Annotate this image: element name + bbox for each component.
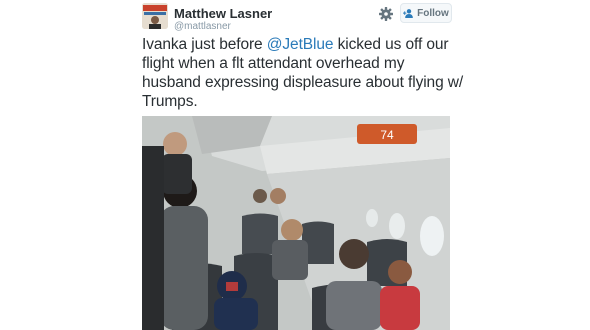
tweet-line-2: flight when a flt attendant overhead my: [142, 55, 405, 72]
tweet-line-1: Ivanka just before @JetBlue kicked us of…: [142, 35, 456, 54]
tweet-photo[interactable]: 74: [142, 116, 450, 330]
add-user-icon: [403, 8, 414, 18]
follow-button[interactable]: Follow: [400, 3, 452, 23]
tweet-line-3: husband expressing displeasure about fly…: [142, 74, 464, 91]
author-avatar[interactable]: [142, 3, 168, 29]
gear-icon[interactable]: [378, 6, 394, 22]
author-name[interactable]: Matthew Lasner: [174, 6, 272, 21]
overhead-bin-number: 74: [380, 128, 394, 142]
tweet-text-segment: Ivanka just before: [142, 36, 267, 53]
tweet-line-4: Trumps.: [142, 93, 198, 110]
tweet-card: Matthew Lasner @mattlasner Follow Ivanka…: [140, 0, 464, 330]
tweet-text-segment: kicked us off our: [333, 36, 449, 53]
follow-label: Follow: [417, 7, 449, 19]
tweet-text: Ivanka just before @JetBlue kicked us of…: [142, 35, 464, 111]
author-handle[interactable]: @mattlasner: [174, 21, 231, 32]
mention-link[interactable]: @JetBlue: [267, 36, 334, 53]
